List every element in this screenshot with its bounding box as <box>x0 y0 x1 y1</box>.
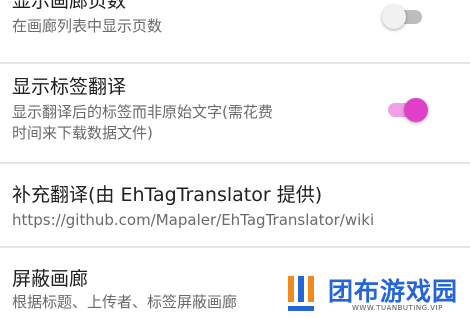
tag-translation-toggle[interactable] <box>384 97 428 122</box>
setting-title: 屏蔽画廊 <box>12 268 89 290</box>
show-pages-toggle[interactable] <box>382 4 426 29</box>
watermark-url: WWW.TUANBUTING.VIP <box>352 304 443 312</box>
setting-title: 显示画廊页数 <box>12 0 127 12</box>
setting-title: 显示标签翻译 <box>12 76 127 98</box>
toggle-thumb <box>382 5 406 29</box>
setting-summary-line1: 显示翻译后的标签而非原始文字(需花费 <box>12 103 273 121</box>
watermark-name: 团布游戏园 <box>328 277 459 306</box>
setting-extra-translation[interactable]: 补充翻译(由 EhTagTranslator 提供) https://githu… <box>0 164 470 246</box>
setting-summary-line2: 时间来下载数据文件) <box>12 124 153 142</box>
watermark-logo: 团布游戏园 WWW.TUANBUTING.VIP <box>286 272 470 318</box>
setting-summary: 在画廊列表中显示页数 <box>12 17 163 35</box>
setting-summary-link[interactable]: https://github.com/Mapaler/EhTagTranslat… <box>12 210 374 231</box>
setting-title: 补充翻译(由 EhTagTranslator 提供) <box>12 184 323 206</box>
watermark-mark-icon <box>288 276 314 311</box>
setting-summary: 根据标题、上传者、标签屏蔽画廊 <box>12 293 238 311</box>
toggle-thumb <box>404 98 428 122</box>
